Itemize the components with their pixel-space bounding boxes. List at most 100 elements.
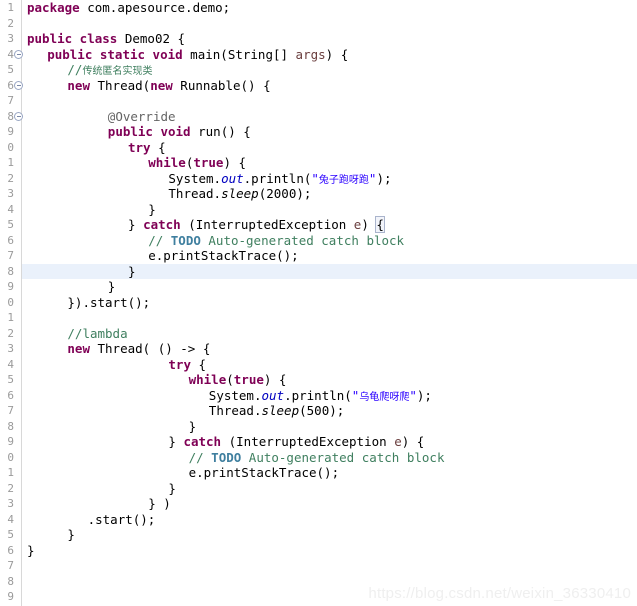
gutter-row[interactable]: 1 [0,310,22,326]
gutter-row[interactable]: 9 [0,434,22,450]
line-number: 4 [7,47,14,61]
code-line[interactable]: }).start(); [22,295,637,311]
code-line[interactable]: try { [22,140,637,156]
gutter-row[interactable]: 3 [0,496,22,512]
gutter-row[interactable]: 1 [0,465,22,481]
fold-collapse-icon[interactable] [14,50,23,59]
gutter-row[interactable]: 1 [0,0,22,16]
code-line[interactable]: //传统匿名实现类 [22,62,637,78]
gutter-row[interactable]: 2 [0,326,22,342]
gutter-row[interactable]: 5 [0,217,22,233]
code-line[interactable]: public void run() { [22,124,637,140]
code-line[interactable]: } [22,543,637,559]
gutter-row[interactable]: 5 [0,62,22,78]
gutter-row[interactable]: 4 [0,202,22,218]
code-line[interactable]: } [22,527,637,543]
gutter-row[interactable]: 7 [0,403,22,419]
code-token: 传统匿名实现类 [82,66,153,77]
code-token: .println( [243,170,312,186]
code-line[interactable]: } [22,481,637,497]
gutter-row[interactable]: 2 [0,171,22,187]
code-line[interactable]: // TODO Auto-generated catch block [22,450,637,466]
code-line[interactable]: public class Demo02 { [22,31,637,47]
gutter-row[interactable]: 7 [0,248,22,264]
gutter-row[interactable]: 7 [0,93,22,109]
gutter-row[interactable]: 4 [0,47,23,63]
code-line[interactable]: // TODO Auto-generated catch block [22,233,637,249]
code-line[interactable]: @Override [22,109,637,125]
code-line[interactable]: e.printStackTrace(); [22,465,637,481]
gutter-row[interactable]: 8 [0,109,23,125]
gutter-row[interactable]: 7 [0,558,22,574]
code-line[interactable] [22,558,637,574]
gutter-row[interactable]: 0 [0,140,22,156]
code-line-content: while(true) { [22,155,246,170]
code-token: //lambda [67,325,128,341]
line-number: 6 [7,78,14,92]
code-line[interactable]: } catch (InterruptedException e) { [22,216,637,233]
gutter-row[interactable]: 4 [0,512,22,528]
gutter-row[interactable]: 2 [0,481,22,497]
gutter-row[interactable]: 5 [0,372,22,388]
code-line[interactable]: } [22,419,637,435]
gutter-row[interactable]: 1 [0,155,22,171]
code-line-content: } [22,481,176,496]
code-line[interactable]: } ) [22,496,637,512]
code-line[interactable]: package com.apesource.demo; [22,0,637,16]
code-line[interactable]: while(true) { [22,155,637,171]
gutter-row[interactable]: 3 [0,31,22,47]
gutter-row[interactable]: 0 [0,295,22,311]
code-line[interactable]: } [22,202,637,218]
code-line[interactable]: Thread.sleep(2000); [22,186,637,202]
code-line[interactable]: System.out.println("乌龟爬呀爬"); [22,388,637,404]
code-token: 乌龟爬呀爬 [359,391,410,403]
gutter-row[interactable]: 6 [0,78,23,94]
code-token: public void [107,124,191,139]
gutter-row[interactable]: 4 [0,357,22,373]
code-line[interactable] [22,16,637,32]
gutter-row[interactable]: 0 [0,450,22,466]
code-line-content: //传统匿名实现类 [22,62,152,77]
code-line[interactable] [22,310,637,326]
line-number: 1 [7,466,14,479]
code-line[interactable]: //lambda [22,326,637,342]
text-caret: { [375,216,385,233]
code-line[interactable]: .start(); [22,512,637,528]
code-token: ) { [223,155,247,170]
gutter-row[interactable]: 6 [0,233,22,249]
code-line[interactable]: public static void main(String[] args) { [22,47,637,63]
code-token: ) { [325,46,349,62]
code-editor[interactable]: 123456789012345678901234567890123456789 … [0,0,637,606]
gutter-row[interactable]: 8 [0,419,22,435]
gutter-row[interactable]: 2 [0,16,22,32]
code-line[interactable] [22,93,637,109]
gutter-row[interactable]: 8 [0,574,22,590]
code-line[interactable]: } catch (InterruptedException e) { [22,434,637,450]
line-number: 6 [7,388,14,402]
gutter-row[interactable]: 9 [0,279,22,295]
code-line[interactable]: System.out.println("兔子跑呀跑"); [22,171,637,187]
code-line[interactable]: new Thread(new Runnable() { [22,78,637,94]
code-line-content: } catch (InterruptedException e) { [22,434,424,449]
gutter-row[interactable]: 5 [0,527,22,543]
fold-collapse-icon[interactable] [14,112,23,121]
code-line[interactable]: } [22,279,637,295]
line-number-gutter[interactable]: 1 2 3 4 5 6 7 8 9 0 1 2 3 4 5 6 7 8 9 0 1 2 3 4 5 6 7 8 9 0 1 2 3 4 5 6 7 8 9 [0,0,23,606]
line-number: 1 [7,156,14,169]
gutter-row[interactable]: 8 [0,264,22,280]
code-line[interactable]: new Thread( () -> { [22,341,637,357]
code-line[interactable]: while(true) { [22,372,637,388]
gutter-row[interactable]: 9 [0,589,22,605]
code-line[interactable]: } [22,263,637,279]
code-line[interactable]: Thread.sleep(500); [22,403,637,419]
gutter-row[interactable]: 6 [0,543,22,559]
gutter-row[interactable]: 3 [0,341,22,357]
code-token: " [311,170,319,186]
gutter-row[interactable]: 6 [0,388,22,404]
code-line[interactable]: e.printStackTrace(); [22,248,637,264]
code-text-area[interactable]: package com.apesource.demo; public class … [22,0,637,606]
gutter-row[interactable]: 3 [0,186,22,202]
gutter-row[interactable]: 9 [0,124,22,140]
fold-collapse-icon[interactable] [14,81,23,90]
code-line[interactable]: try { [22,357,637,373]
